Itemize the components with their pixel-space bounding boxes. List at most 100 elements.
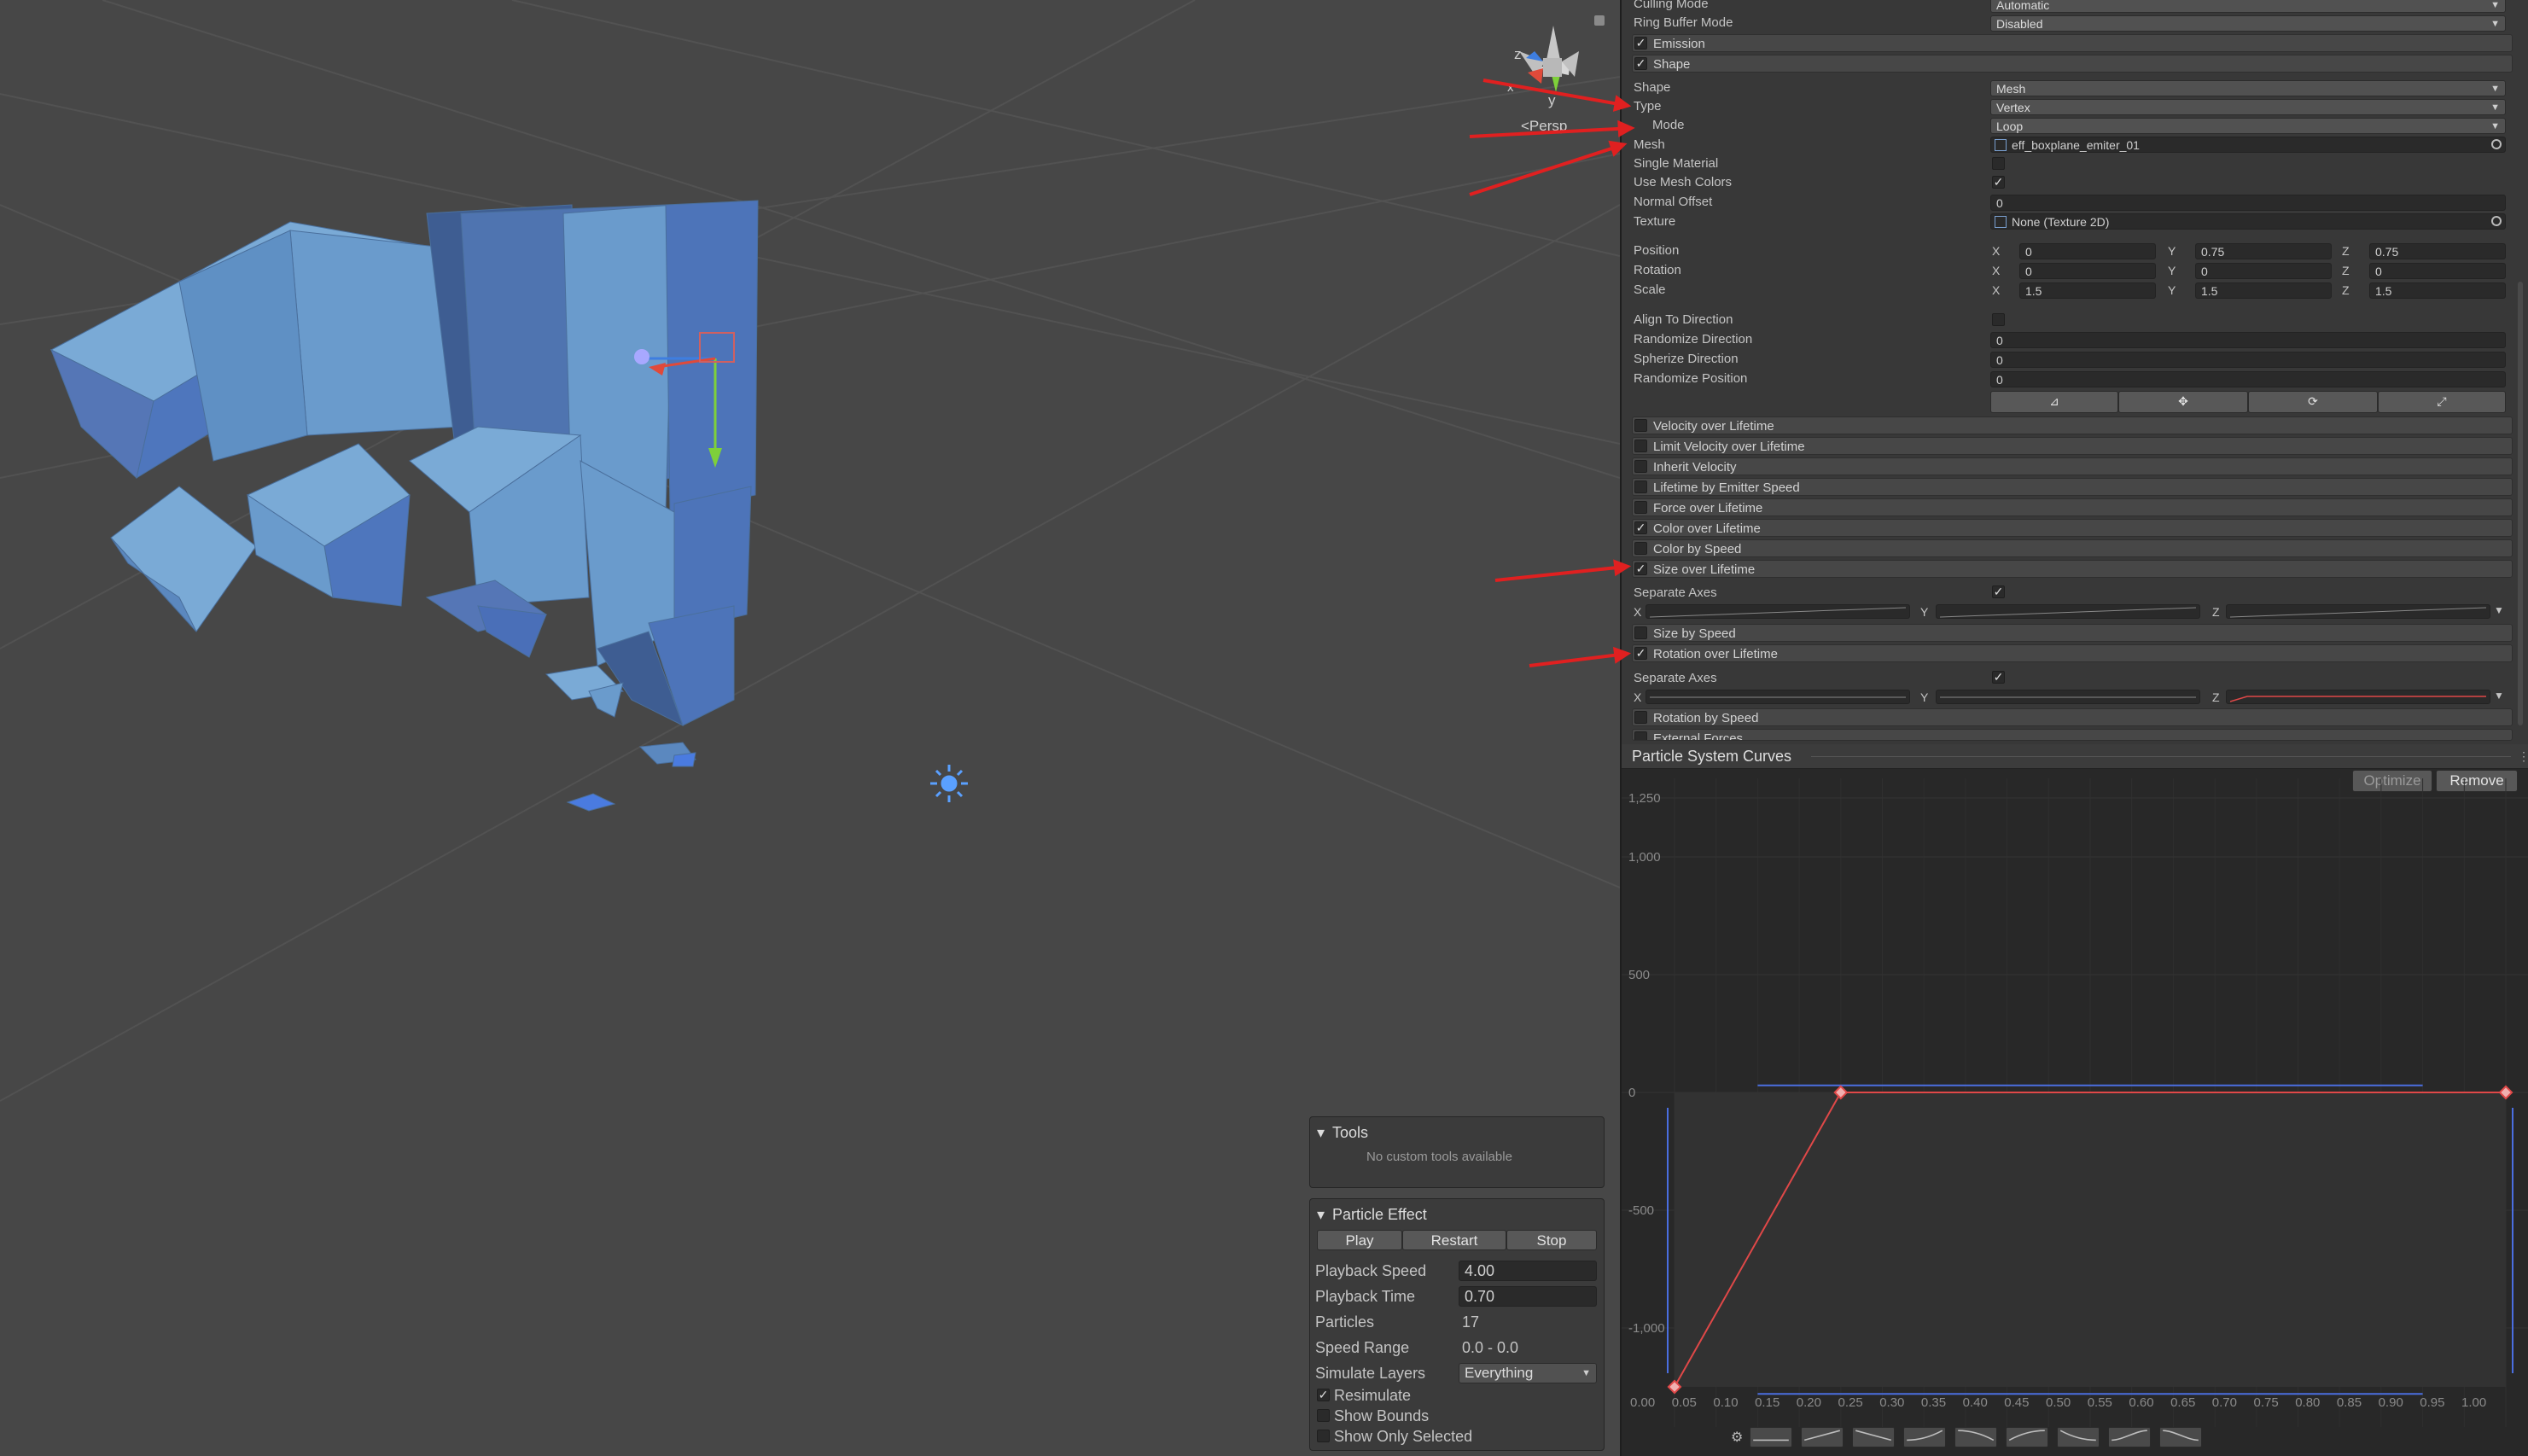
move-tool-button[interactable]: ✥ [2118, 391, 2248, 413]
particle-effect-collapse-icon[interactable]: ▾ [1317, 1206, 1325, 1224]
module-checkbox[interactable] [1634, 480, 1647, 493]
mode-dropdown[interactable]: Loop ▼ [1990, 118, 2506, 134]
module-checkbox[interactable] [1634, 711, 1647, 724]
tools-collapse-icon[interactable]: ▾ [1317, 1124, 1325, 1142]
culling-mode-value: Automatic [1996, 0, 2050, 12]
type-dropdown[interactable]: Vertex ▼ [1990, 99, 2506, 115]
edit-shape-button[interactable]: ⊿ [1990, 391, 2118, 413]
ring-buffer-mode-dropdown[interactable]: Disabled ▼ [1990, 15, 2506, 32]
curve-preset-button[interactable] [1903, 1427, 1946, 1447]
curve-editor[interactable]: 1,250 1,000 500 0 -500 -1,000 0.00 0.05 0.10 0.15… [1622, 744, 2528, 1456]
scale-z-field[interactable]: 1.5 [2369, 282, 2506, 299]
module-force-over-lifetime[interactable]: Force over Lifetime [1632, 498, 2513, 516]
rotation-y-field[interactable]: 0 [2195, 263, 2332, 279]
show-only-selected-checkbox[interactable] [1317, 1430, 1330, 1442]
simulate-layers-dropdown[interactable]: Everything ▼ [1459, 1363, 1597, 1383]
particle-effect-title: Particle Effect [1332, 1206, 1427, 1223]
curve-preset-button[interactable] [2057, 1427, 2100, 1447]
randomize-direction-label: Randomize Direction [1634, 332, 1753, 347]
randomize-position-field[interactable]: 0 [1990, 371, 2506, 387]
rotation-y-curve-field[interactable] [1936, 690, 2200, 704]
curve-preset-button[interactable] [1852, 1427, 1895, 1447]
object-picker-icon[interactable] [2491, 216, 2502, 226]
curve-settings-icon[interactable]: ⚙ [1731, 1429, 1743, 1446]
rotation-x-curve-field[interactable] [1646, 690, 1910, 704]
object-picker-icon[interactable] [2491, 139, 2502, 149]
module-emission[interactable]: ✓ Emission [1632, 34, 2513, 52]
curve-preset-button[interactable] [1954, 1427, 1997, 1447]
module-checkbox[interactable] [1634, 501, 1647, 514]
module-rotation-over-lifetime[interactable]: ✓ Rotation over Lifetime [1632, 644, 2513, 662]
play-button[interactable]: Play [1317, 1230, 1402, 1250]
spherize-direction-field[interactable]: 0 [1990, 352, 2506, 368]
mesh-field[interactable]: eff_boxplane_emiter_01 [1990, 137, 2506, 153]
curve-preset-button[interactable] [2159, 1427, 2202, 1447]
module-checkbox[interactable] [1634, 419, 1647, 432]
position-x-field[interactable]: 0 [2019, 243, 2156, 259]
module-velocity-over-lifetime[interactable]: Velocity over Lifetime [1632, 416, 2513, 434]
module-color-by-speed[interactable]: Color by Speed [1632, 539, 2513, 557]
curve-preset-button[interactable] [1801, 1427, 1844, 1447]
randomize-direction-field[interactable]: 0 [1990, 332, 2506, 348]
playback-time-field[interactable]: 0.70 [1459, 1286, 1597, 1307]
shape-dropdown[interactable]: Mesh ▼ [1990, 80, 2506, 96]
module-shape-label: Shape [1653, 57, 1691, 72]
stop-button[interactable]: Stop [1506, 1230, 1597, 1250]
module-lifetime-by-emitter-speed[interactable]: Lifetime by Emitter Speed [1632, 478, 2513, 496]
scene-view[interactable]: z x y <Persp ▾ Tools No custom tools ava… [0, 0, 1620, 1456]
module-checkbox[interactable]: ✓ [1634, 521, 1647, 534]
module-checkbox[interactable] [1634, 460, 1647, 473]
restart-button[interactable]: Restart [1402, 1230, 1506, 1250]
size-separate-axes-checkbox[interactable]: ✓ [1992, 585, 2005, 598]
shape-label: Shape [1634, 80, 1671, 95]
module-limit-velocity-over-lifetime[interactable]: Limit Velocity over Lifetime [1632, 437, 2513, 455]
module-size-by-speed[interactable]: Size by Speed [1632, 624, 2513, 642]
position-y-field[interactable]: 0.75 [2195, 243, 2332, 259]
curve-options-dropdown-icon[interactable]: ▼ [2494, 690, 2504, 702]
module-label: Size over Lifetime [1653, 562, 1756, 577]
module-size-over-lifetime[interactable]: ✓ Size over Lifetime [1632, 560, 2513, 578]
scale-x-field[interactable]: 1.5 [2019, 282, 2156, 299]
size-y-curve-field[interactable] [1936, 604, 2200, 619]
module-checkbox[interactable] [1634, 440, 1647, 452]
position-z-field[interactable]: 0.75 [2369, 243, 2506, 259]
inspector-scrollbar[interactable] [2518, 282, 2523, 725]
module-shape[interactable]: ✓ Shape [1632, 55, 2513, 73]
normal-offset-field[interactable]: 0 [1990, 195, 2506, 211]
curve-preset-button[interactable] [1750, 1427, 1792, 1447]
rotation-z-curve-field[interactable] [2226, 690, 2490, 704]
module-emission-checkbox[interactable]: ✓ [1634, 37, 1647, 50]
rotate-tool-button[interactable]: ⟳ [2248, 391, 2378, 413]
module-external-forces[interactable]: External Forces [1632, 729, 2513, 741]
rotation-x-field[interactable]: 0 [2019, 263, 2156, 279]
resimulate-checkbox[interactable]: ✓ [1317, 1389, 1330, 1401]
module-checkbox[interactable]: ✓ [1634, 647, 1647, 660]
scale-tool-button[interactable]: ⤢ [2378, 391, 2506, 413]
module-inherit-velocity[interactable]: Inherit Velocity [1632, 457, 2513, 475]
align-to-direction-checkbox[interactable] [1992, 313, 2005, 326]
single-material-checkbox[interactable] [1992, 157, 2005, 170]
texture-field[interactable]: None (Texture 2D) [1990, 213, 2506, 230]
module-shape-checkbox[interactable]: ✓ [1634, 57, 1647, 70]
axis-z-label: Z [2342, 283, 2350, 297]
rotation-z-field[interactable]: 0 [2369, 263, 2506, 279]
module-checkbox[interactable] [1634, 542, 1647, 555]
module-checkbox[interactable] [1634, 731, 1647, 740]
curve-preset-button[interactable] [2108, 1427, 2151, 1447]
lock-icon[interactable] [1594, 15, 1605, 26]
use-mesh-colors-checkbox[interactable]: ✓ [1992, 176, 2005, 189]
show-bounds-checkbox[interactable] [1317, 1409, 1330, 1422]
scale-y-field[interactable]: 1.5 [2195, 282, 2332, 299]
module-color-over-lifetime[interactable]: ✓ Color over Lifetime [1632, 519, 2513, 537]
culling-mode-dropdown[interactable]: Automatic ▼ [1990, 0, 2506, 13]
playback-speed-field[interactable]: 4.00 [1459, 1261, 1597, 1281]
texture-label: Texture [1634, 214, 1676, 229]
module-checkbox[interactable]: ✓ [1634, 562, 1647, 575]
size-x-curve-field[interactable] [1646, 604, 1910, 619]
rotation-separate-axes-checkbox[interactable]: ✓ [1992, 671, 2005, 684]
module-checkbox[interactable] [1634, 626, 1647, 639]
curve-preset-button[interactable] [2006, 1427, 2048, 1447]
size-z-curve-field[interactable] [2226, 604, 2490, 619]
curve-options-dropdown-icon[interactable]: ▼ [2494, 604, 2504, 616]
module-rotation-by-speed[interactable]: Rotation by Speed [1632, 708, 2513, 726]
